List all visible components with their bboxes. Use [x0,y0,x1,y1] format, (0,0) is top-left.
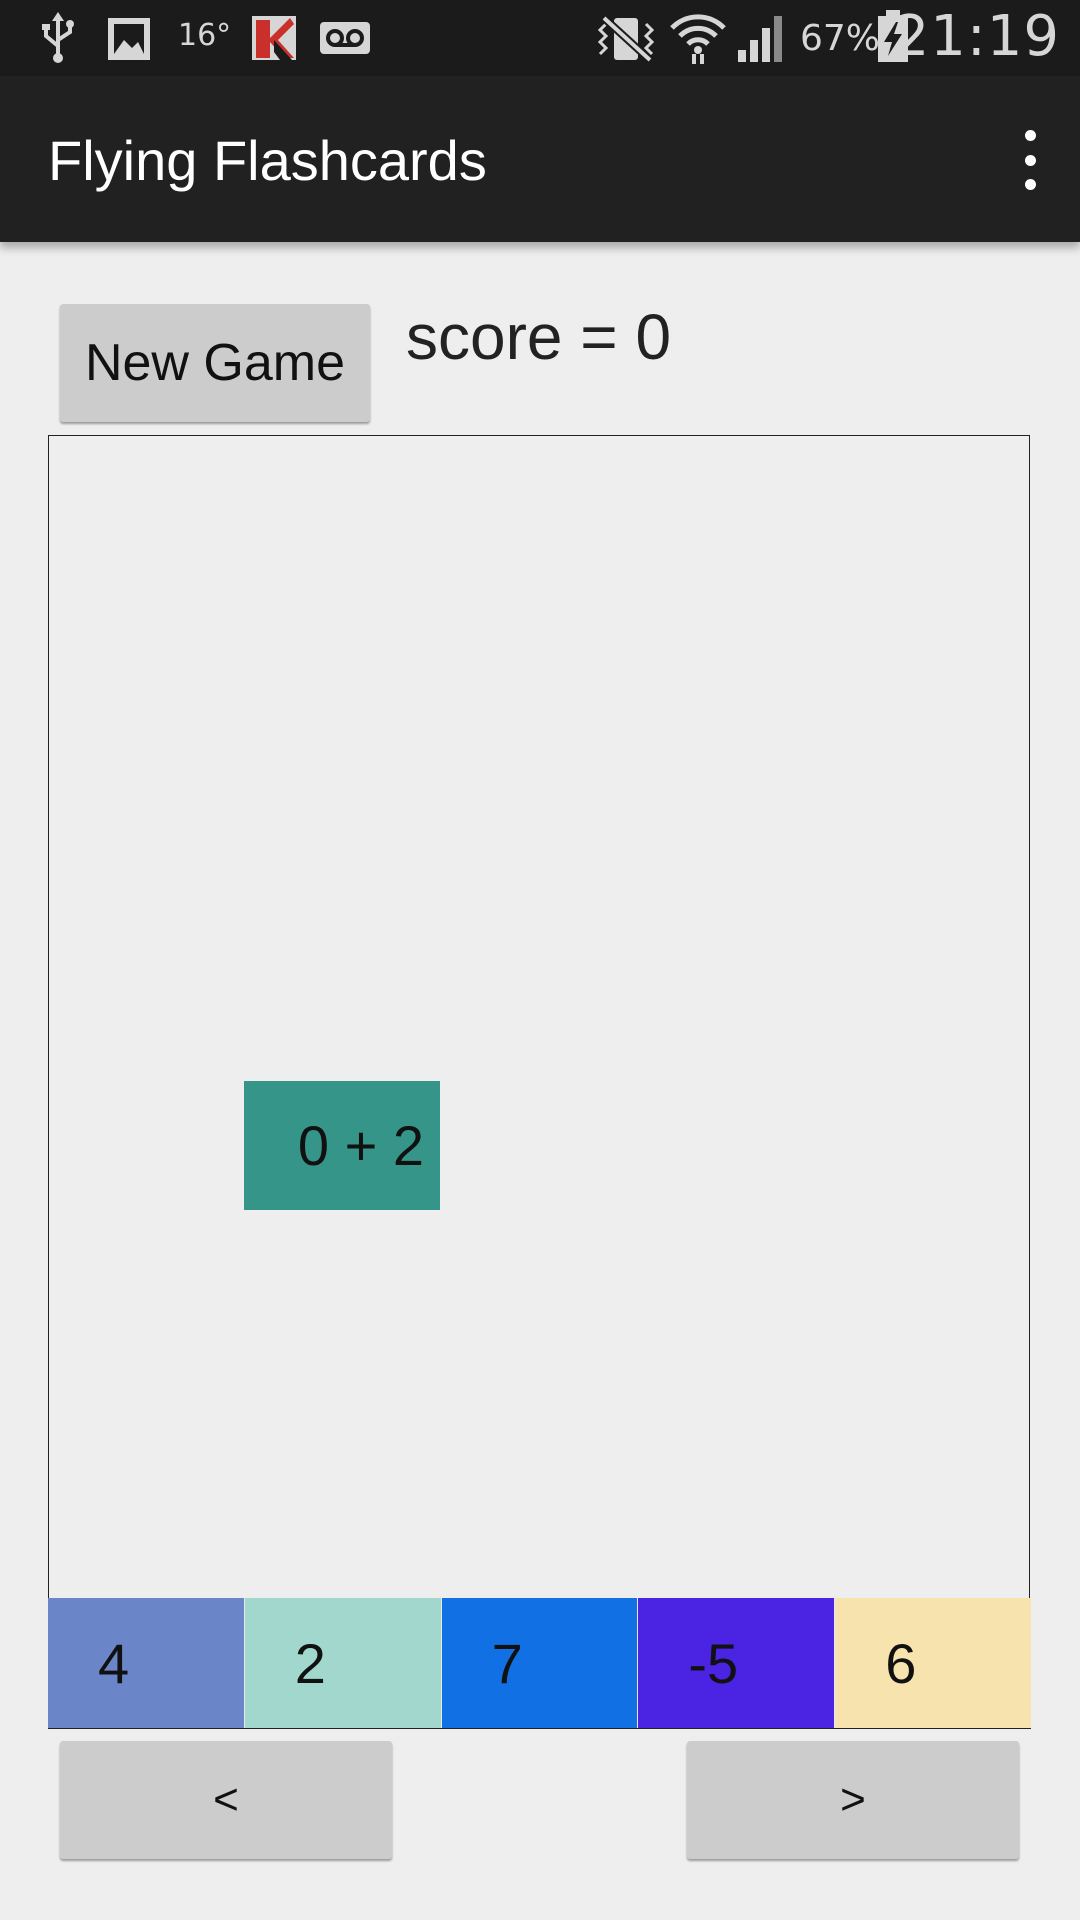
overflow-dot [1024,179,1036,190]
vibrate-icon [597,15,655,63]
score-text: score = 0 [406,301,672,373]
voicemail-icon [320,22,370,54]
wifi-icon [670,14,726,64]
clock-text: 21:19 [893,4,1060,69]
previous-button[interactable]: < [60,1741,392,1859]
signal-icon [738,16,782,62]
new-game-button[interactable]: New Game [60,304,370,422]
battery-percent-text: 67% [800,18,881,59]
image-icon [108,18,150,60]
answer-tile[interactable]: 2 [244,1598,442,1728]
usb-icon [42,12,74,63]
answer-row: 4 2 7 -5 6 [48,1598,1031,1729]
answer-tile[interactable]: -5 [638,1598,836,1728]
app-title: Flying Flashcards [48,129,487,192]
overflow-menu-icon[interactable] [1016,130,1044,190]
overflow-dot [1024,130,1036,141]
game-playfield[interactable] [48,435,1030,1598]
overflow-dot [1024,154,1036,166]
app-bar: Flying Flashcards [0,76,1080,242]
flashcard[interactable]: 0 + 2 [244,1081,440,1210]
answer-tile[interactable]: 6 [835,1598,1031,1728]
answer-tile[interactable]: 7 [441,1598,639,1728]
answer-tile[interactable]: 4 [48,1598,245,1728]
status-bar: 16° 67% 21:19 [0,0,1080,76]
temperature-text: 16° [178,18,232,53]
kaspersky-icon [252,16,296,60]
next-button[interactable]: > [687,1741,1019,1859]
